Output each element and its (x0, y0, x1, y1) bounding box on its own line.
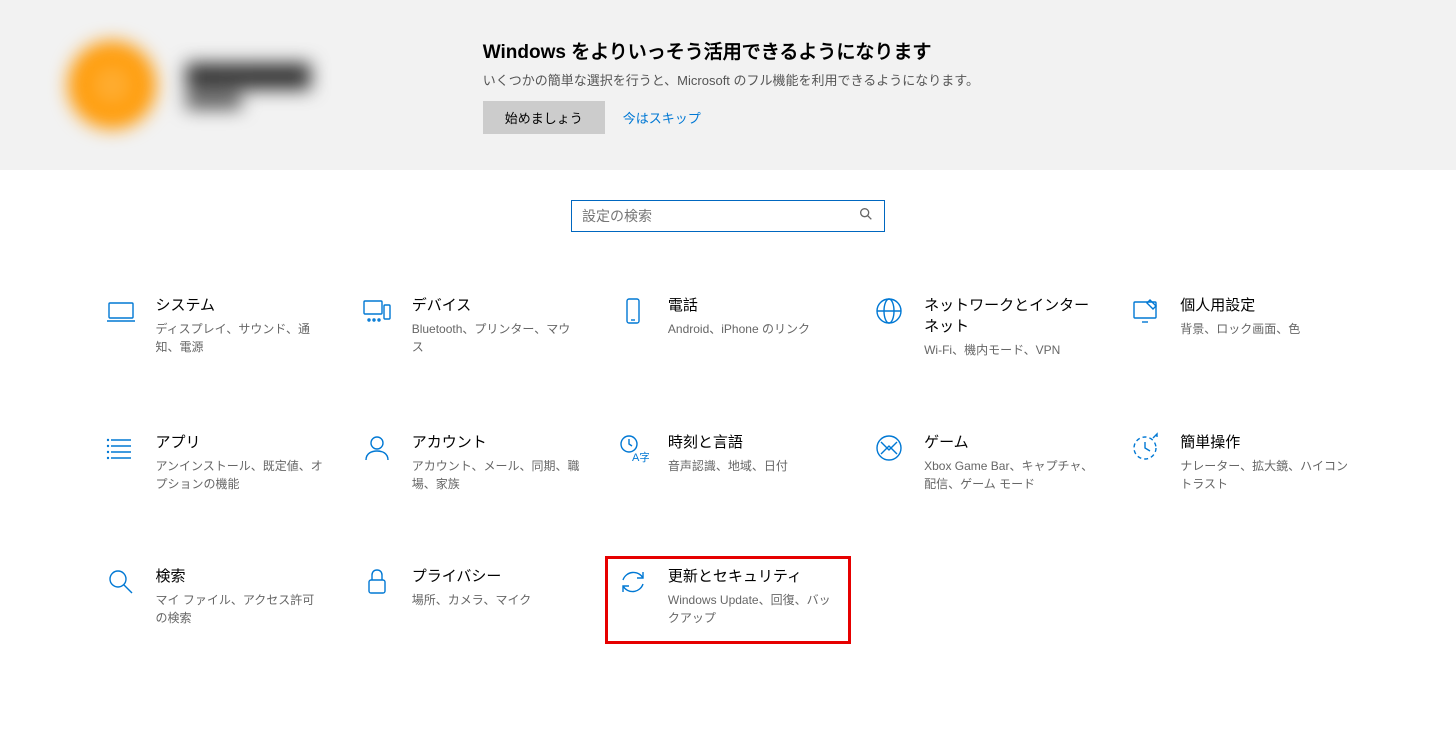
tile-title: 検索 (156, 565, 326, 586)
tile-desc: 背景、ロック画面、色 (1180, 320, 1300, 338)
tile-title: デバイス (412, 294, 582, 315)
settings-tile-apps[interactable]: アプリアンインストール、既定値、オプションの機能 (94, 423, 338, 509)
tile-desc: Xbox Game Bar、キャプチャ、配信、ゲーム モード (924, 457, 1094, 493)
top-banner: ████████ ██████ Windows をよりいっそう活用できるようにな… (0, 0, 1456, 170)
tile-title: 時刻と言語 (668, 431, 788, 452)
tile-desc: ナレーター、拡大鏡、ハイコントラスト (1180, 457, 1350, 493)
banner-subtitle: いくつかの簡単な選択を行うと、Microsoft のフル機能を利用できるようにな… (483, 70, 979, 89)
get-started-button[interactable]: 始めましょう (483, 101, 605, 134)
time-icon (616, 431, 650, 465)
settings-tile-time[interactable]: 時刻と言語音声認識、地域、日付 (606, 423, 850, 509)
network-icon (872, 294, 906, 328)
user-avatar (68, 41, 156, 129)
tile-desc: アンインストール、既定値、オプションの機能 (156, 457, 326, 493)
tile-desc: アカウント、メール、同期、職場、家族 (412, 457, 582, 493)
settings-tile-update[interactable]: 更新とセキュリティ Windows Update、回復、バックアップ (606, 557, 850, 643)
settings-tile-personal[interactable]: 個人用設定背景、ロック画面、色 (1118, 286, 1362, 375)
tile-desc: 音声認識、地域、日付 (668, 457, 788, 475)
search-icon (104, 565, 138, 599)
settings-tile-ease[interactable]: 簡単操作ナレーター、拡大鏡、ハイコントラスト (1118, 423, 1362, 509)
settings-tile-gaming[interactable]: ゲーム Xbox Game Bar、キャプチャ、配信、ゲーム モード (862, 423, 1106, 509)
tile-title: ゲーム (924, 431, 1094, 452)
settings-tile-accounts[interactable]: アカウントアカウント、メール、同期、職場、家族 (350, 423, 594, 509)
apps-icon (104, 431, 138, 465)
devices-icon (360, 294, 394, 328)
search-icon (858, 206, 874, 227)
tile-title: アプリ (156, 431, 326, 452)
ease-icon (1128, 431, 1162, 465)
tile-desc: ディスプレイ、サウンド、通知、電源 (156, 320, 326, 356)
tile-desc: Windows Update、回復、バックアップ (668, 591, 838, 627)
banner-content: Windows をよりいっそう活用できるようになります いくつかの簡単な選択を行… (483, 37, 979, 134)
settings-tile-privacy[interactable]: プライバシー場所、カメラ、マイク (350, 557, 594, 643)
account-block-blurred: ████████ ██████ (68, 41, 311, 129)
search-box[interactable] (571, 200, 885, 232)
search-input[interactable] (582, 208, 858, 224)
settings-tile-phone[interactable]: 電話 Android、iPhone のリンク (606, 286, 850, 375)
system-icon (104, 294, 138, 328)
update-icon (616, 565, 650, 599)
tile-title: 簡単操作 (1180, 431, 1350, 452)
tile-desc: Wi-Fi、機内モード、VPN (924, 341, 1094, 359)
gaming-icon (872, 431, 906, 465)
tile-title: 電話 (668, 294, 810, 315)
settings-tile-devices[interactable]: デバイス Bluetooth、プリンター、マウス (350, 286, 594, 375)
settings-tile-system[interactable]: システムディスプレイ、サウンド、通知、電源 (94, 286, 338, 375)
tile-desc: Bluetooth、プリンター、マウス (412, 320, 582, 356)
tile-desc: Android、iPhone のリンク (668, 320, 810, 338)
settings-grid: システムディスプレイ、サウンド、通知、電源 デバイス Bluetooth、プリンター… (86, 286, 1371, 643)
tile-title: 更新とセキュリティ (668, 565, 838, 586)
tile-title: 個人用設定 (1180, 294, 1300, 315)
accounts-icon (360, 431, 394, 465)
skip-link[interactable]: 今はスキップ (623, 108, 701, 127)
banner-title: Windows をよりいっそう活用できるようになります (483, 37, 979, 64)
tile-title: ネットワークとインターネット (924, 294, 1096, 336)
settings-tile-search[interactable]: 検索マイ ファイル、アクセス許可の検索 (94, 557, 338, 643)
phone-icon (616, 294, 650, 328)
tile-desc: マイ ファイル、アクセス許可の検索 (156, 591, 326, 627)
tile-title: システム (156, 294, 326, 315)
personal-icon (1128, 294, 1162, 328)
settings-tile-network[interactable]: ネットワークとインターネット Wi-Fi、機内モード、VPN (862, 286, 1106, 375)
privacy-icon (360, 565, 394, 599)
tile-title: アカウント (412, 431, 582, 452)
tile-title: プライバシー (412, 565, 532, 586)
tile-desc: 場所、カメラ、マイク (412, 591, 532, 609)
